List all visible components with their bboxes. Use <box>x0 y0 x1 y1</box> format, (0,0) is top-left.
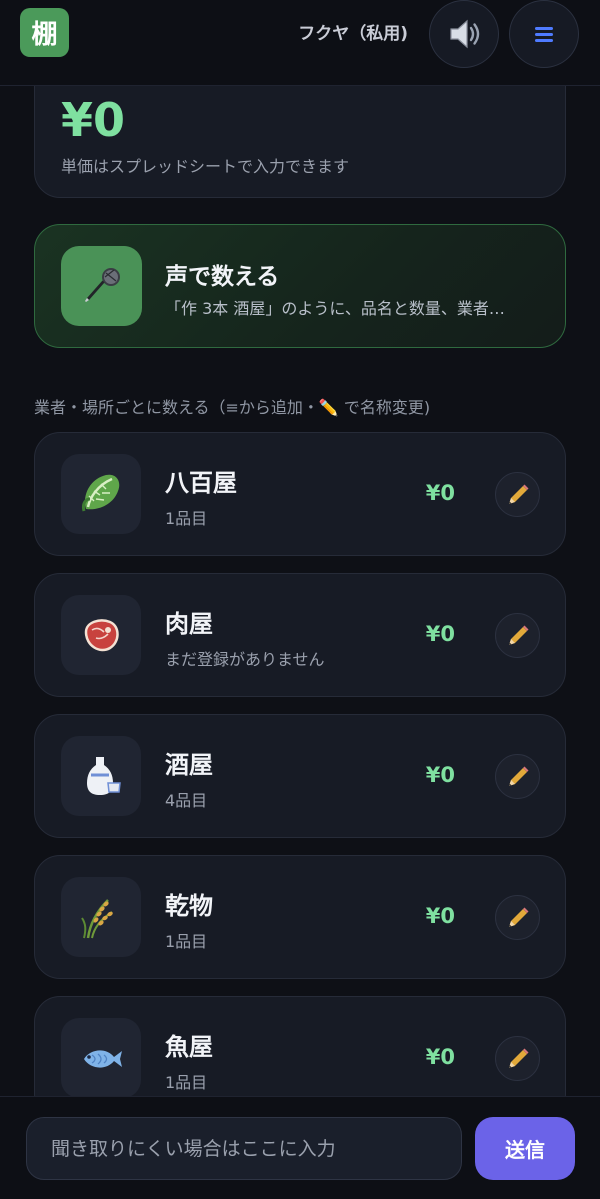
section-label: 業者・場所ごとに数える（≡から追加・✏️ で名称変更) <box>34 398 431 417</box>
account-name: フクヤ（私用) <box>298 24 408 44</box>
vendor-name: 酒屋 <box>165 751 213 779</box>
pencil-icon <box>508 625 528 645</box>
rice-ear-icon <box>81 899 113 939</box>
app-header: 棚 フクヤ（私用) <box>0 0 600 86</box>
rename-button[interactable] <box>495 754 540 799</box>
sound-toggle-button[interactable] <box>429 0 499 68</box>
sake-bottle-icon <box>87 757 121 795</box>
fish-icon <box>84 1050 122 1068</box>
rename-button[interactable] <box>495 895 540 940</box>
microphone-icon <box>84 268 120 302</box>
vendor-amount: ¥0 <box>425 481 455 505</box>
vendor-amount: ¥0 <box>425 622 455 646</box>
menu-button[interactable] <box>509 0 579 68</box>
meat-icon <box>84 619 119 652</box>
total-note: 単価はスプレッドシートで入力できます <box>61 157 350 176</box>
vendor-icon-box <box>61 1018 141 1098</box>
speaker-icon <box>450 19 480 49</box>
vendor-item-count: まだ登録がありません <box>165 650 325 669</box>
total-amount: ¥0 <box>61 93 126 147</box>
rename-button[interactable] <box>495 1036 540 1081</box>
pencil-icon <box>508 907 528 927</box>
vendor-icon-box <box>61 736 141 816</box>
lettuce-icon <box>82 474 120 512</box>
vendor-amount: ¥0 <box>425 763 455 787</box>
text-input[interactable] <box>26 1117 462 1180</box>
voice-title: 声で数える <box>165 264 280 290</box>
rename-button[interactable] <box>495 613 540 658</box>
vendor-card-yaoya[interactable]: 八百屋 1品目 ¥0 <box>34 432 566 556</box>
vendor-name: 肉屋 <box>165 610 213 638</box>
vendor-item-count: 1品目 <box>165 932 208 951</box>
vendor-item-count: 1品目 <box>165 1073 208 1092</box>
rename-button[interactable] <box>495 472 540 517</box>
vendor-card-sakaya[interactable]: 酒屋 4品目 ¥0 <box>34 714 566 838</box>
vendor-icon-box <box>61 454 141 534</box>
pencil-icon <box>508 484 528 504</box>
voice-count-card[interactable]: 声で数える 「作 3本 酒屋」のように、品名と数量、業者… <box>34 224 566 348</box>
voice-icon-box <box>61 246 142 326</box>
vendor-card-kanbutsu[interactable]: 乾物 1品目 ¥0 <box>34 855 566 979</box>
vendor-name: 八百屋 <box>165 469 237 497</box>
vendor-amount: ¥0 <box>425 904 455 928</box>
vendor-item-count: 1品目 <box>165 509 208 528</box>
vendor-card-nikuya[interactable]: 肉屋 まだ登録がありません ¥0 <box>34 573 566 697</box>
voice-description: 「作 3本 酒屋」のように、品名と数量、業者… <box>165 299 505 318</box>
input-bar: 送信 <box>0 1096 600 1199</box>
vendor-name: 乾物 <box>165 892 213 920</box>
pencil-icon <box>508 1048 528 1068</box>
vendor-icon-box <box>61 877 141 957</box>
vendor-icon-box <box>61 595 141 675</box>
vendor-item-count: 4品目 <box>165 791 208 810</box>
hamburger-menu-icon <box>535 27 553 42</box>
send-button[interactable]: 送信 <box>475 1117 575 1180</box>
vendor-amount: ¥0 <box>425 1045 455 1069</box>
pencil-icon <box>508 766 528 786</box>
app-logo[interactable]: 棚 <box>20 8 69 57</box>
vendor-name: 魚屋 <box>165 1033 213 1061</box>
